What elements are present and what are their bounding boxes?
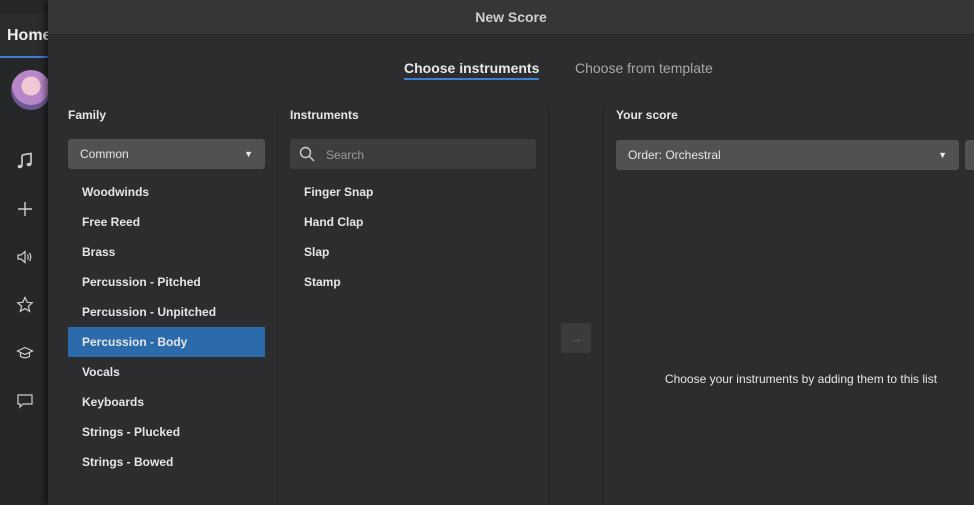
tab-choose-from-template[interactable]: Choose from template (575, 60, 713, 76)
order-dropdown-value: Order: Orchestral (628, 148, 721, 162)
family-item-brass[interactable]: Brass (68, 237, 265, 267)
instrument-item-slap[interactable]: Slap (290, 237, 536, 267)
family-item-vocals[interactable]: Vocals (68, 357, 265, 387)
family-item-percussion-pitched[interactable]: Percussion - Pitched (68, 267, 265, 297)
family-item-percussion-body[interactable]: Percussion - Body (68, 327, 265, 357)
chevron-down-icon: ▼ (244, 149, 253, 159)
search-input[interactable] (324, 139, 528, 171)
plus-icon[interactable] (16, 200, 46, 224)
column-divider (603, 106, 604, 505)
family-item-strings-bowed[interactable]: Strings - Bowed (68, 447, 265, 477)
new-score-dialog: New Score Choose instruments Choose from… (48, 0, 974, 505)
family-item-percussion-unpitched[interactable]: Percussion - Unpitched (68, 297, 265, 327)
avatar[interactable] (11, 70, 51, 110)
family-dropdown[interactable]: Common ▼ (68, 139, 265, 169)
instrument-item-hand-clap[interactable]: Hand Clap (290, 207, 536, 237)
column-divider (277, 106, 278, 505)
order-dropdown[interactable]: Order: Orchestral ▼ (616, 140, 959, 170)
search-icon (299, 146, 315, 162)
tab-choose-instruments[interactable]: Choose instruments (404, 60, 540, 80)
music-note-icon[interactable] (16, 152, 46, 176)
app-sidebar: Home (0, 0, 51, 505)
column-divider (548, 106, 549, 505)
add-to-score-button[interactable]: → (561, 323, 591, 353)
family-dropdown-value: Common (80, 147, 129, 161)
instrument-search[interactable] (290, 139, 536, 171)
family-header: Family (68, 108, 107, 122)
your-score-header: Your score (616, 108, 678, 122)
instruments-header: Instruments (290, 108, 359, 122)
arrow-right-icon: → (569, 330, 583, 346)
order-options-button[interactable] (965, 140, 974, 170)
empty-score-message: Choose your instruments by adding them t… (664, 372, 938, 386)
family-item-free-reed[interactable]: Free Reed (68, 207, 265, 237)
family-item-keyboards[interactable]: Keyboards (68, 387, 265, 417)
speaker-icon[interactable] (16, 248, 46, 272)
home-tab[interactable]: Home (0, 14, 48, 58)
instrument-item-finger-snap[interactable]: Finger Snap (290, 177, 536, 207)
chat-icon[interactable] (16, 392, 46, 416)
instrument-item-stamp[interactable]: Stamp (290, 267, 536, 297)
tab-bar: Choose instruments Choose from template (48, 60, 974, 82)
family-item-woodwinds[interactable]: Woodwinds (68, 177, 265, 207)
family-item-strings-plucked[interactable]: Strings - Plucked (68, 417, 265, 447)
chevron-down-icon: ▼ (938, 150, 947, 160)
graduation-cap-icon[interactable] (16, 344, 46, 368)
star-icon[interactable] (16, 296, 46, 320)
dialog-title: New Score (48, 0, 974, 35)
